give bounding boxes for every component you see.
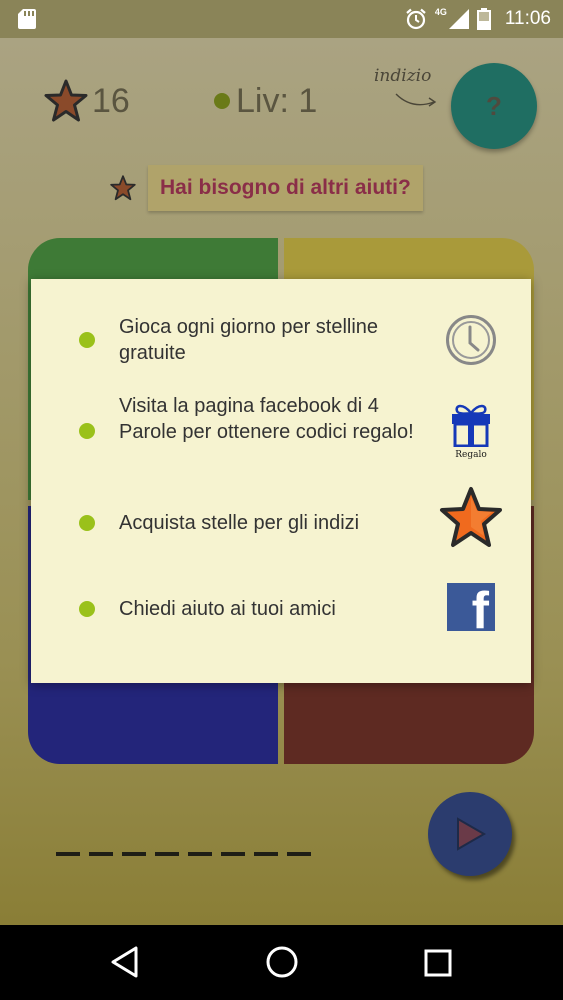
answer-slot[interactable] — [188, 852, 212, 856]
gift-caption: Regalo — [455, 450, 487, 460]
tip-text: Chiedi aiuto ai tuoi amici — [119, 598, 336, 620]
answer-slots — [56, 852, 311, 856]
status-time: 11:06 — [504, 8, 551, 29]
answer-slot[interactable] — [254, 852, 278, 856]
answer-slot[interactable] — [221, 852, 245, 856]
bullet-dot — [79, 332, 95, 348]
bullet-dot — [79, 423, 95, 439]
home-icon[interactable] — [265, 945, 299, 979]
help-dialog: Gioca ogni giorno per stelline gratuite … — [31, 279, 531, 683]
tip-text: Visita la pagina facebook di 4 Parole pe… — [119, 395, 414, 443]
signal-icon — [448, 9, 469, 29]
tip-text: Acquista stelle per gli indizi — [119, 512, 360, 534]
navigation-bar — [0, 925, 563, 1000]
hint-button-label: ? — [486, 90, 502, 121]
level-indicator: Liv: 1 — [214, 78, 317, 124]
help-row: Hai bisogno di altri aiuti? — [110, 165, 423, 211]
answer-slot[interactable] — [155, 852, 179, 856]
answer-slot[interactable] — [287, 852, 311, 856]
status-bar: 4G 11:06 — [0, 0, 563, 38]
star-icon[interactable] — [439, 485, 503, 549]
more-help-button[interactable]: Hai bisogno di altri aiuti? — [148, 165, 423, 211]
star-icon — [44, 79, 88, 122]
level-dot — [214, 93, 230, 109]
alarm-clock-icon — [406, 8, 426, 30]
tip-text: Gioca ogni giorno per stelline gratuite — [119, 316, 379, 364]
back-icon[interactable] — [110, 945, 140, 979]
answer-slot[interactable] — [89, 852, 113, 856]
play-button[interactable] — [428, 792, 512, 876]
hint-button[interactable]: ? — [451, 63, 537, 149]
hint-label: indizio — [374, 66, 432, 86]
level-label: Liv: 1 — [236, 81, 318, 120]
small-star-icon — [110, 175, 136, 201]
hint-arrow-icon — [395, 93, 437, 107]
facebook-button[interactable]: f — [447, 583, 495, 631]
answer-slot[interactable] — [122, 852, 146, 856]
bullet-dot — [79, 601, 95, 617]
gift-icon — [452, 404, 490, 448]
play-icon — [457, 817, 486, 851]
clock-icon[interactable] — [445, 314, 497, 366]
stars-counter[interactable]: 16 — [44, 78, 130, 124]
sd-card-icon — [18, 9, 36, 29]
gift-button[interactable]: Regalo — [443, 401, 499, 460]
facebook-icon: f — [471, 583, 489, 631]
network-type: 4G — [434, 7, 447, 17]
answer-slot[interactable] — [56, 852, 80, 856]
bullet-dot — [79, 515, 95, 531]
stars-count: 16 — [92, 81, 130, 120]
battery-icon — [476, 8, 491, 30]
recents-icon[interactable] — [424, 949, 452, 977]
